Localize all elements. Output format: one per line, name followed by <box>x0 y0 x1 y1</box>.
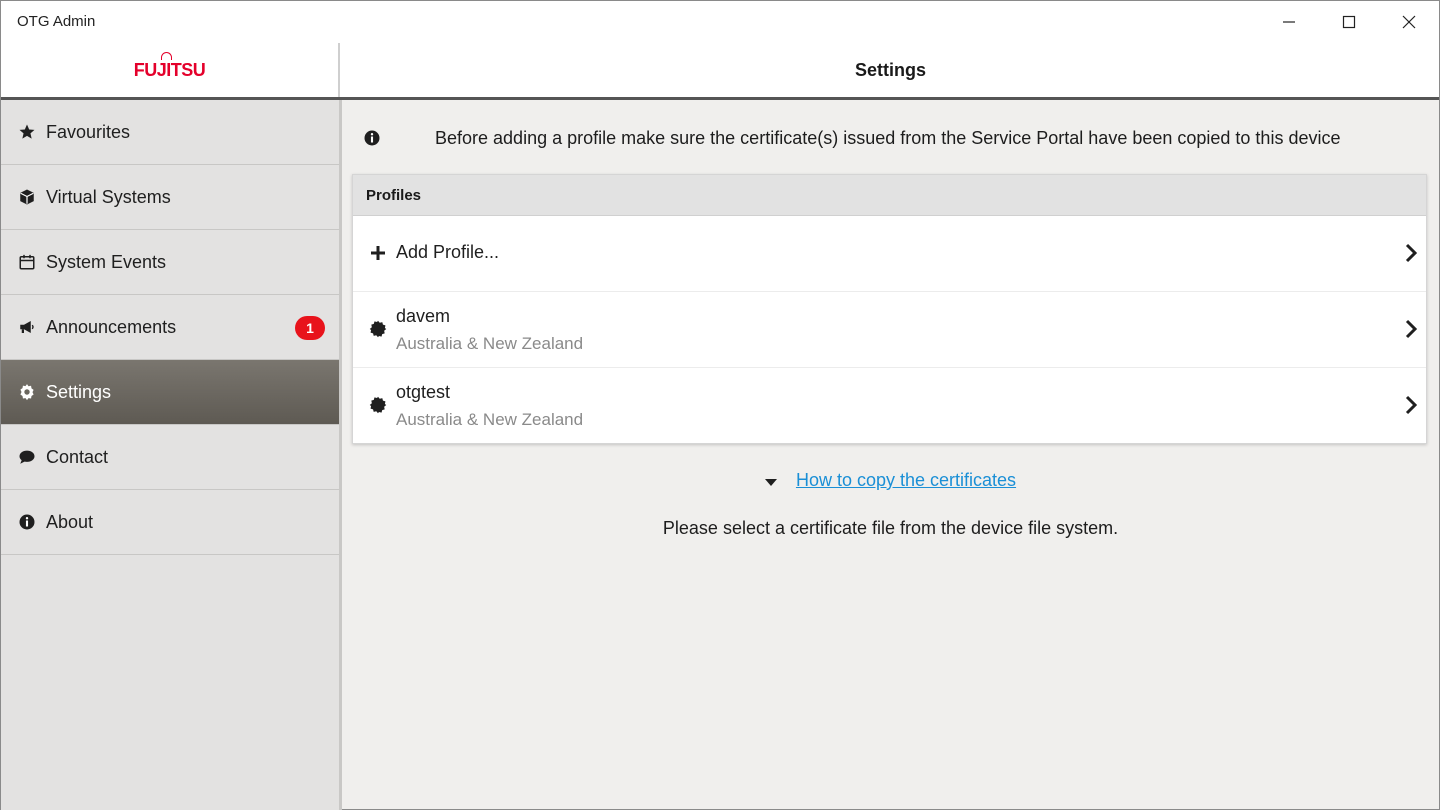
sidebar-item-label: Announcements <box>46 316 177 337</box>
add-profile-row[interactable]: Add Profile... <box>353 216 1426 292</box>
sidebar-item-label: Virtual Systems <box>46 186 171 207</box>
howto-section: How to copy the certificates <box>342 470 1439 492</box>
certificate-notice: Before adding a profile make sure the ce… <box>342 122 1439 154</box>
announcements-count-badge: 1 <box>295 316 325 340</box>
notice-text: Before adding a profile make sure the ce… <box>435 128 1341 148</box>
caret-down-icon[interactable] <box>764 471 777 492</box>
sidebar-item-label: About <box>46 511 94 532</box>
profile-name: davem <box>396 306 451 326</box>
profile-row-davem[interactable]: davem Australia & New Zealand <box>353 292 1426 368</box>
profile-region: Australia & New Zealand <box>396 410 584 429</box>
sidebar-item-virtual-systems[interactable]: Virtual Systems <box>1 165 339 230</box>
app-header: FUJITSU Settings <box>1 43 1439 100</box>
sidebar-item-label: Settings <box>46 381 112 402</box>
profiles-card: Profiles Add Profile... davem Australia … <box>352 174 1427 444</box>
profile-name: otgtest <box>396 382 451 402</box>
star-icon <box>17 122 37 142</box>
minimize-button[interactable] <box>1259 1 1319 43</box>
profile-row-otgtest[interactable]: otgtest Australia & New Zealand <box>353 368 1426 444</box>
logo-infinity-mark <box>160 51 172 60</box>
title-bar: OTG Admin <box>1 1 1439 43</box>
fujitsu-logo: FUJITSU <box>133 51 206 81</box>
page-title: Settings <box>854 59 926 80</box>
chevron-right-icon <box>1404 395 1418 420</box>
window-title: OTG Admin <box>17 13 96 30</box>
certificate-seal-icon <box>369 396 387 414</box>
gear-icon <box>17 382 37 402</box>
chevron-right-icon <box>1404 319 1418 344</box>
close-button[interactable] <box>1379 1 1439 43</box>
add-profile-label: Add Profile... <box>396 242 500 262</box>
sidebar-item-favourites[interactable]: Favourites <box>1 100 339 165</box>
minimize-icon <box>1283 21 1295 23</box>
maximize-button[interactable] <box>1319 1 1379 43</box>
sidebar-item-label: Favourites <box>46 121 131 142</box>
plus-icon <box>369 244 387 262</box>
sidebar-item-contact[interactable]: Contact <box>1 425 339 490</box>
logo-text: FUJITSU <box>133 59 206 80</box>
profile-region: Australia & New Zealand <box>396 334 584 353</box>
chevron-right-icon <box>1404 243 1418 268</box>
sidebar-item-settings[interactable]: Settings <box>1 360 339 425</box>
megaphone-icon <box>17 317 37 337</box>
logo-area: FUJITSU <box>1 43 340 97</box>
maximize-icon <box>1342 15 1356 29</box>
info-icon <box>17 512 37 532</box>
speech-bubble-icon <box>17 447 37 467</box>
sidebar-item-about[interactable]: About <box>1 490 339 555</box>
sidebar-item-label: Contact <box>46 446 109 467</box>
sidebar-item-label: System Events <box>46 251 167 272</box>
app-window: OTG Admin FUJITSU Settings Favourites Vi… <box>0 0 1440 810</box>
sidebar-item-announcements[interactable]: Announcements 1 <box>1 295 339 360</box>
sidebar-nav: Favourites Virtual Systems System Events… <box>1 100 342 810</box>
select-certificate-message: Please select a certificate file from th… <box>662 518 1119 538</box>
sidebar-item-system-events[interactable]: System Events <box>1 230 339 295</box>
certificate-seal-icon <box>369 320 387 338</box>
info-icon <box>363 129 381 152</box>
close-icon <box>1402 15 1416 29</box>
profiles-header: Profiles <box>353 175 1426 216</box>
howto-copy-certificates-link[interactable]: How to copy the certificates <box>796 470 1016 490</box>
calendar-icon <box>17 252 37 272</box>
main-content: Before adding a profile make sure the ce… <box>342 100 1439 810</box>
cube-icon <box>17 187 37 207</box>
